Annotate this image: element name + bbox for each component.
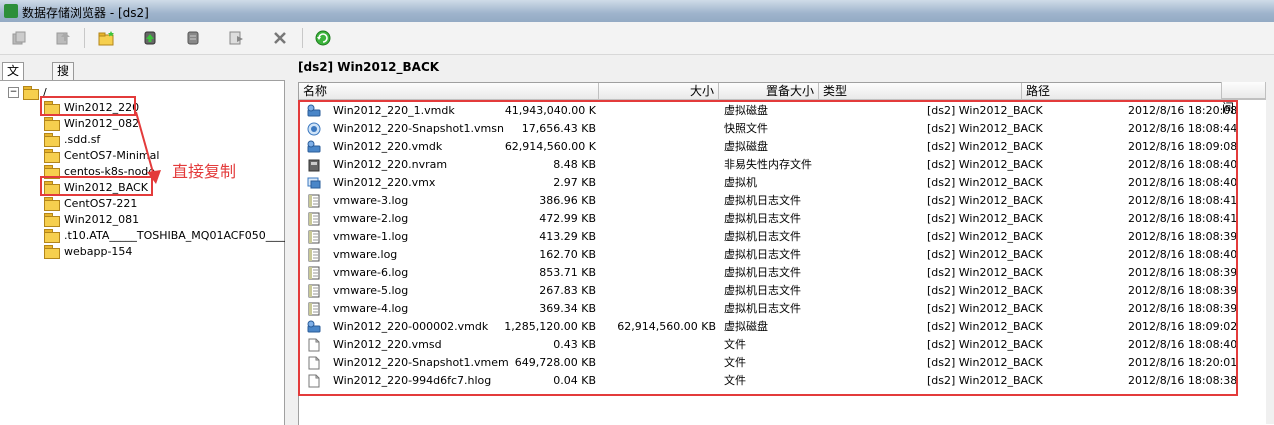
new-folder-icon[interactable] [96,27,118,49]
column-header-size[interactable]: 大小 [599,83,719,100]
annotation-text: 直接复制 [172,162,237,181]
tree-item-webapp-154[interactable]: webapp-154 [44,243,132,259]
title-bar: 数据存储浏览器 - [ds2] [0,0,1274,22]
tree-item-win2012-081[interactable]: Win2012_081 [44,211,139,227]
column-header-type[interactable]: 类型 [819,83,1022,100]
column-header-path[interactable]: 路径 [1022,83,1222,100]
column-header-modified-ext [1221,82,1266,99]
splitter[interactable] [285,56,297,424]
tab-search[interactable]: 搜索 [52,62,75,95]
tree-item-centos7-221[interactable]: CentOS7-221 [44,195,137,211]
upload-icon[interactable] [139,27,161,49]
download-icon[interactable] [182,27,204,49]
arrow-icon [135,111,161,184]
column-header-label: 置备大小 [765,84,814,98]
highlight-source-folder [40,96,136,116]
highlight-file-list [298,100,1238,396]
up-folder-icon[interactable] [52,27,74,49]
refresh-icon[interactable] [312,27,334,49]
toolbar-separator [84,28,85,48]
folder-icon [44,196,60,211]
datastore-app-icon [4,4,18,18]
tree-item-sdd-sf[interactable]: .sdd.sf [44,131,100,147]
collapse-icon[interactable]: − [8,86,19,98]
window-title: 数据存储浏览器 - [ds2] [22,6,149,20]
tree-item-win2012-082[interactable]: Win2012_082 [44,115,139,131]
tree-item-label: .sdd.sf [64,132,101,146]
tree-item-label: Win2012_082 [64,116,140,130]
folder-icon [44,228,60,243]
toolbar [0,22,1274,55]
delete-icon[interactable] [269,27,291,49]
folder-icon [44,148,60,163]
scrollbar[interactable] [1266,58,1274,424]
column-header-label: 路径 [1026,84,1051,98]
column-header-label: 大小 [689,84,714,98]
column-header-provisioned[interactable]: 置备大小 [719,83,819,100]
current-path: [ds2] Win2012_BACK [298,60,440,74]
tab-folders[interactable]: 文件夹 [2,62,25,112]
tree-item-label: webapp-154 [64,244,133,258]
move-icon[interactable] [225,27,247,49]
tree-item-label: CentOS7-221 [64,196,138,210]
folder-icon [23,85,39,100]
tree-item-label: Win2012_081 [64,212,140,226]
column-header-label: 类型 [823,84,848,98]
folder-icon [44,244,60,259]
tree-item-t10-ata[interactable]: .t10.ATA_____TOSHIBA_MQ01ACF050_____ [44,227,293,243]
folder-icon [44,212,60,227]
back-icon[interactable] [8,27,30,49]
folder-icon [44,116,60,131]
tree-item-label: .t10.ATA_____TOSHIBA_MQ01ACF050_____ [64,228,294,242]
toolbar-separator [302,28,303,48]
column-header-label: 名称 [303,84,328,98]
column-header-name[interactable]: 名称 [299,83,599,100]
folder-icon [44,132,60,147]
